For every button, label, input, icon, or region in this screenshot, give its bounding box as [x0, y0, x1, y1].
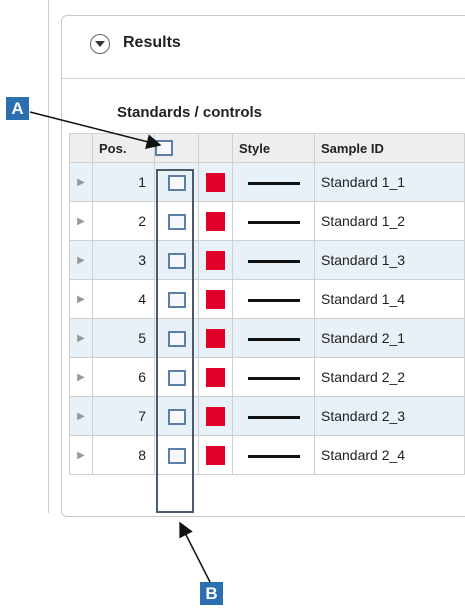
color-swatch[interactable]	[206, 211, 225, 231]
section-title: Standards / controls	[117, 104, 263, 121]
row-pos: 4	[92, 279, 155, 319]
select-all-checkbox[interactable]	[155, 140, 173, 157]
row-pos: 8	[92, 435, 155, 475]
table-row[interactable]: ▶ 2 Standard 1_2	[69, 201, 465, 241]
row-color-cell	[198, 162, 233, 202]
row-expand-icon[interactable]: ▶	[69, 279, 93, 319]
row-style-cell	[232, 279, 315, 319]
row-pos: 5	[92, 318, 155, 358]
row-select-checkbox[interactable]	[167, 369, 186, 386]
row-select-cell	[154, 201, 199, 241]
row-style-cell	[232, 162, 315, 202]
line-style-icon[interactable]	[247, 220, 300, 224]
row-expand-icon[interactable]: ▶	[69, 396, 93, 436]
table-header-row: Pos. Style Sample ID	[69, 133, 465, 163]
line-style-icon[interactable]	[247, 259, 300, 263]
row-color-cell	[198, 240, 233, 280]
row-color-cell	[198, 357, 233, 397]
table-row[interactable]: ▶ 7 Standard 2_3	[69, 396, 465, 436]
row-select-cell	[154, 162, 199, 202]
row-expand-icon[interactable]: ▶	[69, 162, 93, 202]
select-all-header	[154, 133, 199, 163]
row-pos: 3	[92, 240, 155, 280]
row-expand-icon[interactable]: ▶	[69, 357, 93, 397]
row-color-cell	[198, 201, 233, 241]
row-sample-id: Standard 2_1	[314, 318, 465, 358]
standards-table: Pos. Style Sample ID ▶ 1 Standard 1_1 ▶ 2 Sta…	[69, 133, 465, 475]
collapse-chevron-icon[interactable]	[90, 34, 110, 54]
row-style-cell	[232, 240, 315, 280]
row-select-checkbox[interactable]	[167, 213, 186, 230]
row-select-cell	[154, 435, 199, 475]
row-select-cell	[154, 240, 199, 280]
row-style-cell	[232, 396, 315, 436]
row-select-checkbox[interactable]	[167, 252, 186, 269]
row-expand-icon[interactable]: ▶	[69, 201, 93, 241]
row-color-cell	[198, 279, 233, 319]
color-swatch[interactable]	[206, 445, 225, 465]
row-expand-icon[interactable]: ▶	[69, 240, 93, 280]
row-pos: 6	[92, 357, 155, 397]
row-sample-id: Standard 2_2	[314, 357, 465, 397]
window-edge	[48, 0, 49, 513]
arrow-b	[179, 521, 211, 583]
line-style-icon[interactable]	[247, 298, 300, 302]
table-row[interactable]: ▶ 3 Standard 1_3	[69, 240, 465, 280]
row-select-cell	[154, 357, 199, 397]
results-panel-header: Results	[62, 16, 465, 79]
style-header[interactable]: Style	[232, 133, 315, 163]
row-select-cell	[154, 279, 199, 319]
color-swatch[interactable]	[206, 367, 225, 387]
row-style-cell	[232, 201, 315, 241]
row-select-checkbox[interactable]	[167, 447, 186, 464]
color-swatch[interactable]	[206, 328, 225, 348]
row-expand-icon[interactable]: ▶	[69, 435, 93, 475]
row-select-checkbox[interactable]	[167, 408, 186, 425]
row-sample-id: Standard 1_1	[314, 162, 465, 202]
table-row[interactable]: ▶ 4 Standard 1_4	[69, 279, 465, 319]
panel-title: Results	[123, 34, 181, 51]
row-color-cell	[198, 318, 233, 358]
row-select-checkbox[interactable]	[167, 291, 186, 308]
table-row[interactable]: ▶ 8 Standard 2_4	[69, 435, 465, 475]
callout-a: A	[6, 97, 29, 120]
row-sample-id: Standard 2_3	[314, 396, 465, 436]
row-pos: 1	[92, 162, 155, 202]
table-row[interactable]: ▶ 1 Standard 1_1	[69, 162, 465, 202]
color-header	[198, 133, 233, 163]
line-style-icon[interactable]	[247, 415, 300, 419]
row-pos: 7	[92, 396, 155, 436]
line-style-icon[interactable]	[247, 376, 300, 380]
table-row[interactable]: ▶ 6 Standard 2_2	[69, 357, 465, 397]
row-select-checkbox[interactable]	[167, 174, 186, 191]
row-select-cell	[154, 318, 199, 358]
line-style-icon[interactable]	[247, 337, 300, 341]
line-style-icon[interactable]	[247, 454, 300, 458]
color-swatch[interactable]	[206, 406, 225, 426]
row-sample-id: Standard 1_2	[314, 201, 465, 241]
row-style-cell	[232, 318, 315, 358]
color-swatch[interactable]	[206, 289, 225, 309]
row-sample-id: Standard 1_3	[314, 240, 465, 280]
row-sample-id: Standard 1_4	[314, 279, 465, 319]
sample-id-header[interactable]: Sample ID	[314, 133, 465, 163]
row-color-cell	[198, 435, 233, 475]
row-select-checkbox[interactable]	[167, 330, 186, 347]
row-select-cell	[154, 396, 199, 436]
row-color-cell	[198, 396, 233, 436]
color-swatch[interactable]	[206, 172, 225, 192]
row-style-cell	[232, 435, 315, 475]
expand-header	[69, 133, 93, 163]
line-style-icon[interactable]	[247, 181, 300, 185]
row-style-cell	[232, 357, 315, 397]
table-row[interactable]: ▶ 5 Standard 2_1	[69, 318, 465, 358]
row-expand-icon[interactable]: ▶	[69, 318, 93, 358]
pos-header[interactable]: Pos.	[92, 133, 155, 163]
row-pos: 2	[92, 201, 155, 241]
callout-b: B	[200, 582, 223, 605]
color-swatch[interactable]	[206, 250, 225, 270]
row-sample-id: Standard 2_4	[314, 435, 465, 475]
